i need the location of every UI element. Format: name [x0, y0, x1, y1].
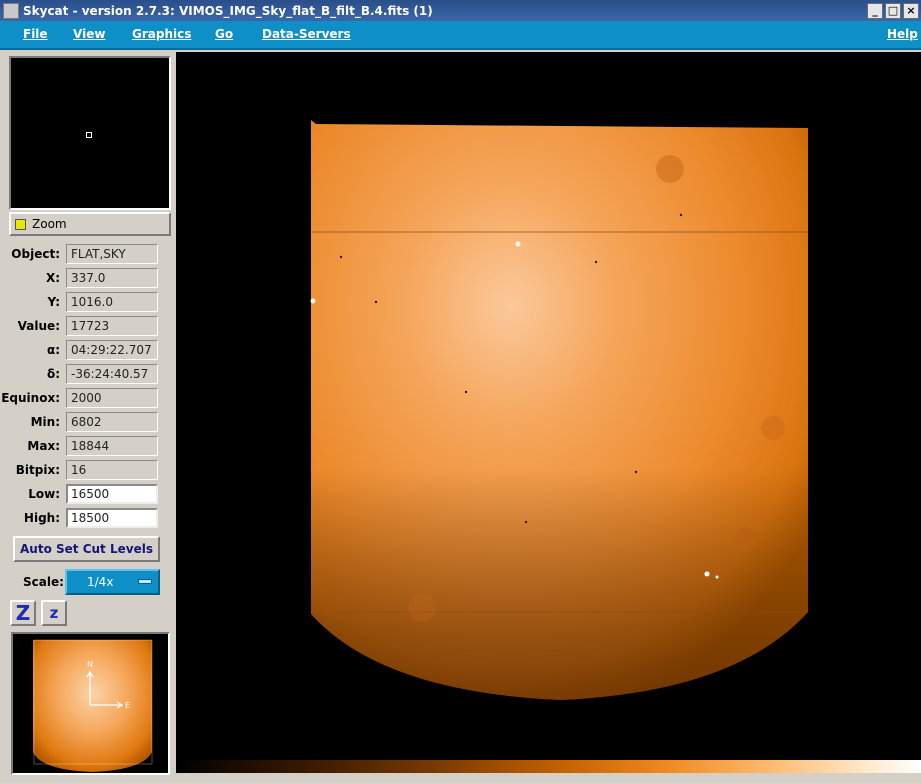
title-bar[interactable]: Skycat - version 2.7.3: VIMOS_IMG_Sky_fl… [0, 0, 921, 21]
zoom-checkbox-indicator[interactable] [15, 218, 26, 230]
menu-view[interactable]: View [73, 27, 105, 41]
zoom-toggle[interactable]: Zoom [9, 212, 171, 236]
zoom-cursor-marker [86, 132, 92, 138]
cold-pixel [524, 520, 528, 524]
low-label: Low: [28, 487, 60, 501]
max-value: 18844 [66, 436, 158, 456]
colormap-bar[interactable] [176, 760, 921, 773]
bitpix-value: 16 [66, 460, 158, 480]
minimize-button[interactable]: _ [867, 2, 883, 19]
dust-ring [408, 594, 436, 622]
window-title: Skycat - version 2.7.3: VIMOS_IMG_Sky_fl… [23, 3, 433, 18]
menu-data-servers[interactable]: Data-Servers [262, 27, 351, 41]
info-row-x: X: 337.0 [0, 268, 176, 288]
compass-east-label: E [125, 701, 130, 710]
high-cut-input[interactable]: 18500 [66, 508, 158, 528]
x-label: X: [45, 271, 60, 285]
info-row-value: Value: 17723 [0, 316, 176, 336]
info-row-alpha: α: 04:29:22.707 [0, 340, 176, 360]
info-row-high: High: 18500 [0, 508, 176, 528]
zoom-view[interactable] [9, 56, 171, 210]
equinox-value: 2000 [66, 388, 158, 408]
zoom-out-button[interactable]: z [41, 600, 67, 626]
info-row-max: Max: 18844 [0, 436, 176, 456]
pixel-value: 17723 [66, 316, 158, 336]
zoom-in-button[interactable]: Z [10, 600, 36, 626]
auto-set-cut-levels-button[interactable]: Auto Set Cut Levels [13, 536, 160, 562]
menu-go[interactable]: Go [215, 27, 233, 41]
object-value: FLAT,SKY [66, 244, 158, 264]
vignetting-overlay [311, 120, 808, 700]
hot-pixel [310, 298, 316, 304]
cold-pixel [634, 470, 638, 474]
y-value: 1016.0 [66, 292, 158, 312]
maximize-button[interactable]: □ [885, 2, 901, 19]
menu-help[interactable]: Help [887, 27, 918, 41]
image-canvas[interactable] [176, 52, 921, 760]
equinox-label: Equinox: [1, 391, 60, 405]
info-row-low: Low: 16500 [0, 484, 176, 504]
alpha-value: 04:29:22.707 [66, 340, 158, 360]
cold-pixel [374, 300, 378, 304]
scale-select[interactable]: 1/4x [65, 569, 160, 595]
info-row-object: Object: FLAT,SKY [0, 244, 176, 264]
x-value: 337.0 [66, 268, 158, 288]
object-label: Object: [11, 247, 60, 261]
pan-view[interactable]: N E [11, 632, 170, 775]
info-row-equinox: Equinox: 2000 [0, 388, 176, 408]
hot-pixel [515, 241, 521, 247]
min-value: 6802 [66, 412, 158, 432]
min-label: Min: [30, 415, 60, 429]
control-panel: Zoom Object: FLAT,SKY X: 337.0 Y: 1016.0… [0, 52, 176, 783]
scale-value: 1/4x [87, 575, 114, 589]
hot-pixel [704, 571, 710, 577]
app-icon[interactable] [3, 2, 19, 19]
menu-bar: File View Graphics Go Data-Servers Help [0, 21, 921, 50]
dust-ring [761, 416, 785, 440]
cold-pixel [464, 390, 468, 394]
zoom-toggle-label: Zoom [32, 217, 67, 231]
delta-label: δ: [46, 367, 60, 381]
dust-ring [735, 527, 757, 549]
low-cut-input[interactable]: 16500 [66, 484, 158, 504]
pan-thumbnail: N E [33, 639, 153, 772]
info-row-bitpix: Bitpix: 16 [0, 460, 176, 480]
cold-pixel [679, 213, 683, 217]
bitpix-label: Bitpix: [15, 463, 60, 477]
menu-file[interactable]: File [23, 27, 48, 41]
info-row-delta: δ: -36:24:40.57 [0, 364, 176, 384]
cold-pixel [339, 255, 343, 259]
close-button[interactable]: × [903, 2, 919, 19]
delta-value: -36:24:40.57 [66, 364, 158, 384]
dropdown-indicator-icon [138, 579, 152, 584]
menu-graphics[interactable]: Graphics [132, 27, 191, 41]
info-row-y: Y: 1016.0 [0, 292, 176, 312]
dust-ring [656, 155, 684, 183]
max-label: Max: [27, 439, 60, 453]
info-row-min: Min: 6802 [0, 412, 176, 432]
hot-pixel [715, 575, 719, 579]
scale-label: Scale: [23, 575, 64, 589]
pixel-value-label: Value: [17, 319, 60, 333]
high-label: High: [23, 511, 60, 525]
fits-image [310, 120, 808, 700]
compass-north-label: N [87, 660, 93, 669]
cold-pixel [594, 260, 598, 264]
alpha-label: α: [46, 343, 60, 357]
status-strip [176, 773, 921, 783]
y-label: Y: [47, 295, 60, 309]
